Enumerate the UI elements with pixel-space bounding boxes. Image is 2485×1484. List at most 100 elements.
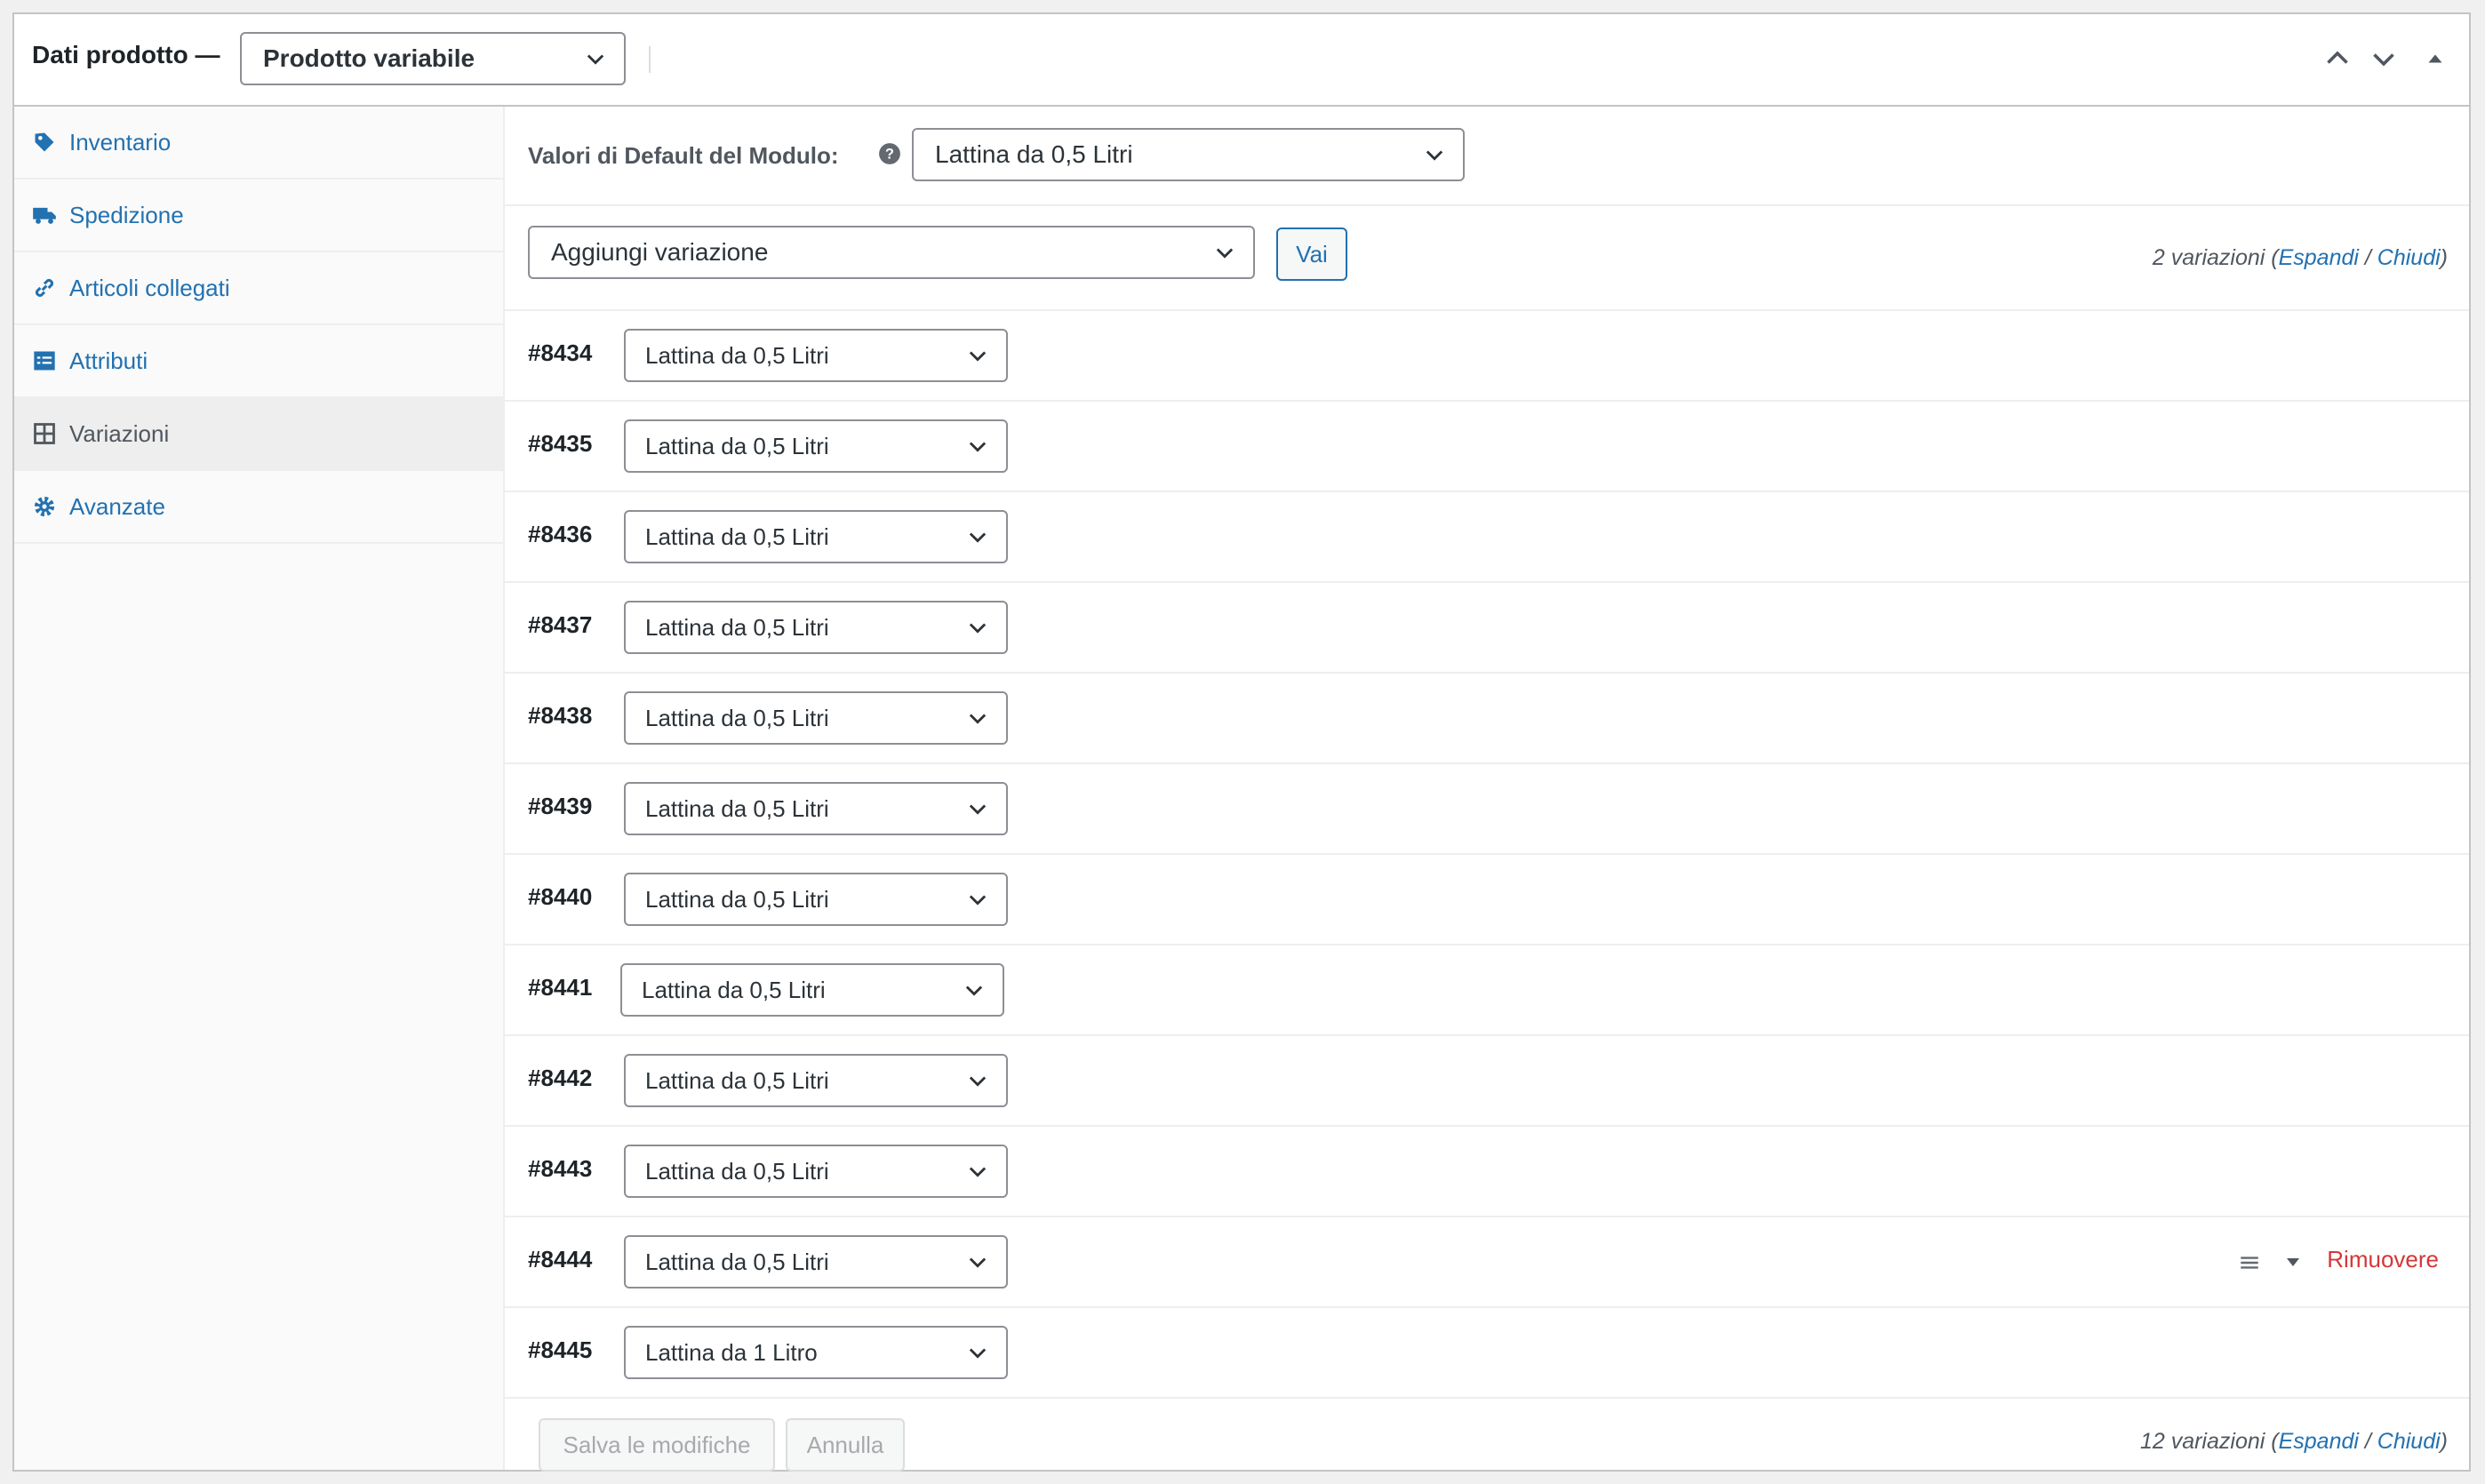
variation-row[interactable]: #8442 Lattina da 0,5 Litri <box>505 1036 2469 1127</box>
variation-id: #8434 <box>528 339 593 366</box>
variation-row[interactable]: #8437 Lattina da 0,5 Litri <box>505 583 2469 674</box>
divider <box>505 204 2469 206</box>
chevron-down-icon <box>969 1348 987 1359</box>
variation-id: #8445 <box>528 1336 593 1363</box>
sidebar-item-label: Inventario <box>69 128 172 156</box>
variation-attribute-value: Lattina da 0,5 Litri <box>645 1066 829 1094</box>
remove-variation-link[interactable]: Rimuovere <box>2327 1246 2439 1273</box>
divider <box>505 1397 2469 1399</box>
count-text: 12 variazioni <box>2139 1429 2265 1454</box>
count-text: 2 variazioni <box>2152 245 2265 270</box>
variation-attribute-select[interactable]: Lattina da 0,5 Litri <box>624 1145 1008 1198</box>
variations-count-bottom: 12 variazioni (Espandi / Chiudi) <box>2140 1429 2448 1455</box>
variation-id: #8438 <box>528 702 593 729</box>
svg-text:?: ? <box>885 146 894 162</box>
variation-row[interactable]: #8444 Lattina da 0,5 Litri Rimuovere <box>505 1217 2469 1308</box>
variation-row[interactable]: #8443 Lattina da 0,5 Litri <box>505 1127 2469 1217</box>
variation-row[interactable]: #8440 Lattina da 0,5 Litri <box>505 855 2469 945</box>
variation-id: #8435 <box>528 430 593 457</box>
variation-attribute-select[interactable]: Lattina da 0,5 Litri <box>624 1054 1008 1107</box>
variation-attribute-select[interactable]: Lattina da 0,5 Litri <box>624 1235 1008 1289</box>
gear-icon <box>34 496 55 517</box>
collapse-link[interactable]: Chiudi <box>2377 245 2441 270</box>
paren-close: ) <box>2440 245 2448 270</box>
sidebar-item-inventario[interactable]: Inventario <box>14 107 503 180</box>
chevron-down-icon <box>969 895 987 906</box>
chevron-down-icon <box>969 714 987 724</box>
separator: / <box>2358 245 2377 270</box>
chevron-down-icon <box>965 985 983 996</box>
variation-id: #8441 <box>528 974 593 1001</box>
variation-attribute-select[interactable]: Lattina da 0,5 Litri <box>620 963 1004 1017</box>
save-changes-button[interactable]: Salva le modifiche <box>539 1418 775 1472</box>
variation-row[interactable]: #8436 Lattina da 0,5 Litri <box>505 492 2469 583</box>
chevron-down-icon <box>1216 248 1234 259</box>
sidebar-item-label: Spedizione <box>69 201 184 228</box>
grid-icon <box>34 423 55 444</box>
chevron-down-icon <box>969 804 987 815</box>
link-icon <box>35 278 54 298</box>
help-icon[interactable]: ? <box>878 142 901 165</box>
chevron-up-icon[interactable] <box>2321 43 2353 75</box>
sidebar-item-label: Variazioni <box>69 419 170 447</box>
variation-attribute-value: Lattina da 0,5 Litri <box>645 432 829 459</box>
go-button[interactable]: Vai <box>1276 227 1347 281</box>
panel-header: Dati prodotto — Prodotto variabile <box>14 14 2469 107</box>
variation-row[interactable]: #8439 Lattina da 0,5 Litri <box>505 764 2469 855</box>
variation-attribute-value: Lattina da 0,5 Litri <box>645 523 829 550</box>
variation-attribute-value: Lattina da 0,5 Litri <box>645 613 829 641</box>
header-divider <box>649 46 651 73</box>
drag-handle-icon[interactable] <box>2238 1251 2261 1274</box>
variation-row[interactable]: #8441 Lattina da 0,5 Litri <box>505 945 2469 1036</box>
sidebar: Inventario Spedizione Articoli collegati… <box>14 107 505 1470</box>
variation-attribute-select[interactable]: Lattina da 1 Litro <box>624 1326 1008 1379</box>
variation-attribute-select[interactable]: Lattina da 0,5 Litri <box>624 601 1008 654</box>
sidebar-item-variazioni[interactable]: Variazioni <box>14 398 503 471</box>
expand-link[interactable]: Espandi <box>2279 1429 2359 1454</box>
variation-attribute-value: Lattina da 1 Litro <box>645 1338 818 1366</box>
triangle-up-icon[interactable] <box>2419 43 2451 75</box>
variation-row[interactable]: #8438 Lattina da 0,5 Litri <box>505 674 2469 764</box>
list-icon <box>34 351 55 371</box>
variation-attribute-select[interactable]: Lattina da 0,5 Litri <box>624 510 1008 563</box>
chevron-down-icon <box>969 1167 987 1177</box>
variation-id: #8437 <box>528 611 593 638</box>
default-value-select[interactable]: Lattina da 0,5 Litri <box>912 128 1465 181</box>
expand-link[interactable]: Espandi <box>2279 245 2359 270</box>
panel-title: Dati prodotto — <box>32 41 220 68</box>
variation-attribute-value: Lattina da 0,5 Litri <box>645 704 829 731</box>
chevron-down-icon <box>969 1257 987 1268</box>
chevron-down-icon <box>969 442 987 452</box>
chevron-down-icon[interactable] <box>2368 43 2400 75</box>
product-type-select[interactable]: Prodotto variabile <box>240 32 626 85</box>
variation-attribute-select[interactable]: Lattina da 0,5 Litri <box>624 782 1008 835</box>
variation-attribute-select[interactable]: Lattina da 0,5 Litri <box>624 691 1008 745</box>
tag-icon <box>35 132 54 152</box>
variation-id: #8442 <box>528 1065 593 1091</box>
variation-attribute-value: Lattina da 0,5 Litri <box>645 341 829 369</box>
paren-open: ( <box>2271 245 2279 270</box>
sidebar-item-attributi[interactable]: Attributi <box>14 325 503 398</box>
variation-row[interactable]: #8434 Lattina da 0,5 Litri <box>505 311 2469 402</box>
product-data-panel: Dati prodotto — Prodotto variabile Inven… <box>12 12 2471 1472</box>
sidebar-item-spedizione[interactable]: Spedizione <box>14 180 503 252</box>
chevron-down-icon <box>969 532 987 543</box>
variation-attribute-select[interactable]: Lattina da 0,5 Litri <box>624 329 1008 382</box>
variation-attribute-select[interactable]: Lattina da 0,5 Litri <box>624 873 1008 926</box>
variation-attribute-value: Lattina da 0,5 Litri <box>645 1248 829 1275</box>
chevron-down-icon <box>969 1076 987 1087</box>
add-variation-value: Aggiungi variazione <box>551 238 769 266</box>
variation-attribute-value: Lattina da 0,5 Litri <box>642 976 826 1003</box>
separator: / <box>2358 1429 2377 1454</box>
sidebar-item-avanzate[interactable]: Avanzate <box>14 471 503 544</box>
sidebar-item-label: Avanzate <box>69 492 165 520</box>
variations-panel: Valori di Default del Modulo: ? Lattina … <box>505 107 2469 1472</box>
variation-row[interactable]: #8445 Lattina da 1 Litro <box>505 1308 2469 1399</box>
collapse-link[interactable]: Chiudi <box>2377 1429 2441 1454</box>
variation-row[interactable]: #8435 Lattina da 0,5 Litri <box>505 402 2469 492</box>
caret-down-icon[interactable] <box>2282 1251 2304 1273</box>
add-variation-select[interactable]: Aggiungi variazione <box>528 226 1255 279</box>
variation-attribute-select[interactable]: Lattina da 0,5 Litri <box>624 419 1008 473</box>
sidebar-item-articoli-collegati[interactable]: Articoli collegati <box>14 252 503 325</box>
cancel-button[interactable]: Annulla <box>786 1418 905 1472</box>
